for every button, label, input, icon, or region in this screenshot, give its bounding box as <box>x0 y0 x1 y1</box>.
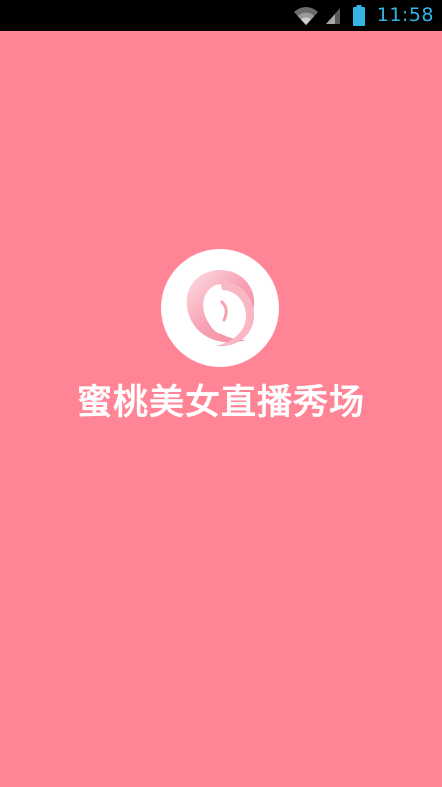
signal-icon <box>325 7 340 24</box>
status-icons: 11:58 <box>293 0 434 31</box>
app-title: 蜜桃美女直播秀场 <box>76 383 365 423</box>
status-time: 11:58 <box>376 4 434 26</box>
wifi-icon <box>293 6 318 25</box>
peach-logo-icon <box>161 249 279 367</box>
battery-icon <box>352 5 365 26</box>
status-bar: 11:58 <box>0 0 442 31</box>
splash-screen: 11:58 蜜桃美女直播秀场 <box>0 0 442 787</box>
